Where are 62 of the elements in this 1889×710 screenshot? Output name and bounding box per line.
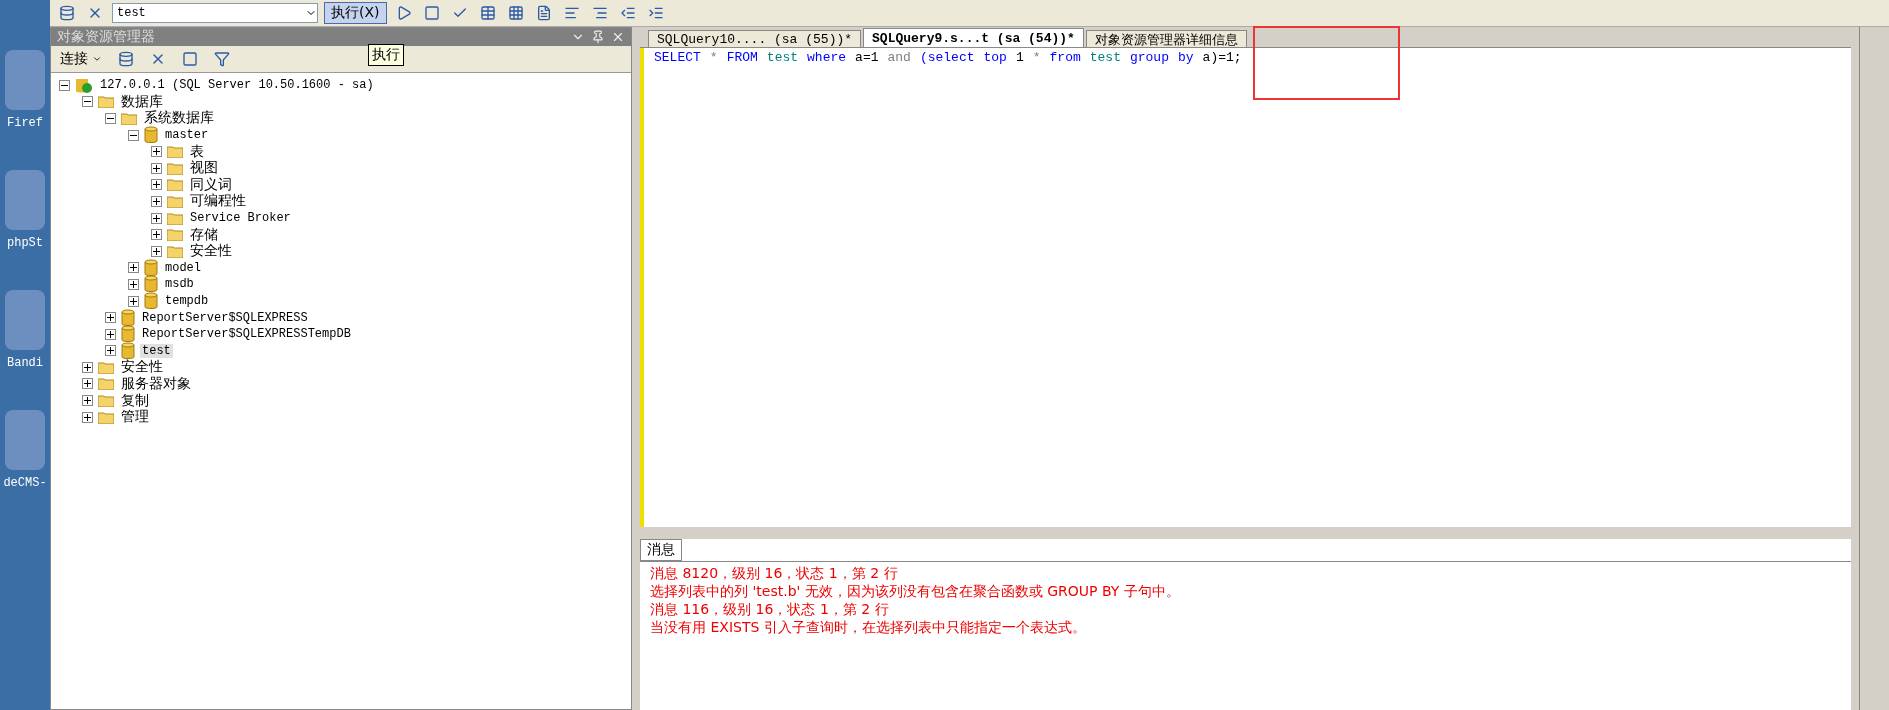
database-icon [144,258,158,277]
folder-icon [167,178,183,192]
database-dropdown[interactable]: test [112,3,318,23]
tree-item[interactable]: 表 [188,142,206,161]
panel-title: 对象资源管理器 [57,28,155,46]
desktop-icon-label: deCMS- [3,476,47,490]
folder-icon [167,228,183,242]
messages-tab[interactable]: 消息 [640,539,682,561]
folder-icon [98,377,114,391]
folder-icon [167,145,183,159]
desktop-icon-label: phpSt [7,236,43,250]
tree-item[interactable]: 安全性 [119,358,165,377]
database-icon [144,275,158,294]
tree-item[interactable]: 服务器对象 [119,375,193,393]
tooltip: 执行 [368,44,404,66]
tree-item[interactable]: Service Broker [188,211,293,226]
database-icon [121,325,135,344]
execute-button[interactable]: 执行(X) [324,2,387,24]
database-icon [144,292,158,310]
tree-item[interactable]: test [140,343,173,358]
tree-item[interactable]: 系统数据库 [142,109,216,128]
tree-item[interactable]: 安全性 [188,242,234,261]
database-icon [121,308,135,327]
tree-item[interactable]: tempdb [163,294,211,308]
connect-button[interactable]: 连接 [57,48,105,70]
folder-icon [167,161,183,175]
tree-item[interactable]: ReportServer$SQLEXPRESSTempDB [140,327,353,342]
editor-tab[interactable]: SQLQuery9.s...t (sa (54))* [863,28,1084,47]
error-message: 消息 8120，级别 16，状态 1，第 2 行 [649,564,899,582]
tree-item[interactable]: 视图 [188,159,220,178]
tree-item[interactable]: msdb [163,277,196,292]
tree-item[interactable]: 管理 [119,408,151,427]
folder-icon [167,244,183,258]
desktop-icon-label: Firef [7,116,43,130]
error-message: 消息 116，级别 16，状态 1，第 2 行 [649,600,890,618]
database-icon [121,341,135,360]
folder-icon [98,360,114,374]
editor-tab[interactable]: 对象资源管理器详细信息 [1085,30,1247,47]
folder-icon [98,394,114,408]
error-message: 当没有用 EXISTS 引入子查询时，在选择列表中只能指定一个表达式。 [649,618,1087,636]
tree-item[interactable]: 复制 [119,391,151,410]
editor-tab[interactable]: SQLQuery10.... (sa (55))* [648,30,862,47]
pin-icon[interactable] [591,30,605,44]
database-icon [144,126,158,145]
folder-icon [98,95,114,109]
tree-item[interactable]: 127.0.0.1 (SQL Server 10.50.1600 - sa) [98,78,376,93]
tree-item[interactable]: model [163,260,203,275]
folder-icon [98,410,114,424]
tree-item[interactable]: 同义词 [188,175,234,194]
close-icon[interactable] [611,30,625,44]
tree-item[interactable]: 存储 [188,225,220,244]
error-message: 选择列表中的列 'test.b' 无效，因为该列没有包含在聚合函数或 GROUP BY 子句中。 [649,582,1181,600]
desktop-icon-label: Bandi [7,356,43,370]
folder-icon [121,112,137,125]
tree-item[interactable]: master [163,128,211,143]
folder-icon [167,211,183,225]
tree-item[interactable]: 数据库 [119,92,165,111]
tree-item[interactable]: ReportServer$SQLEXPRESS [140,310,310,325]
server-icon [75,76,93,95]
folder-icon [167,194,183,208]
code-editor[interactable]: SELECT * FROM test where a=1 and (select top 1 * from test group by a)=1; [640,48,1851,527]
tree-item[interactable]: 可编程性 [188,192,248,211]
